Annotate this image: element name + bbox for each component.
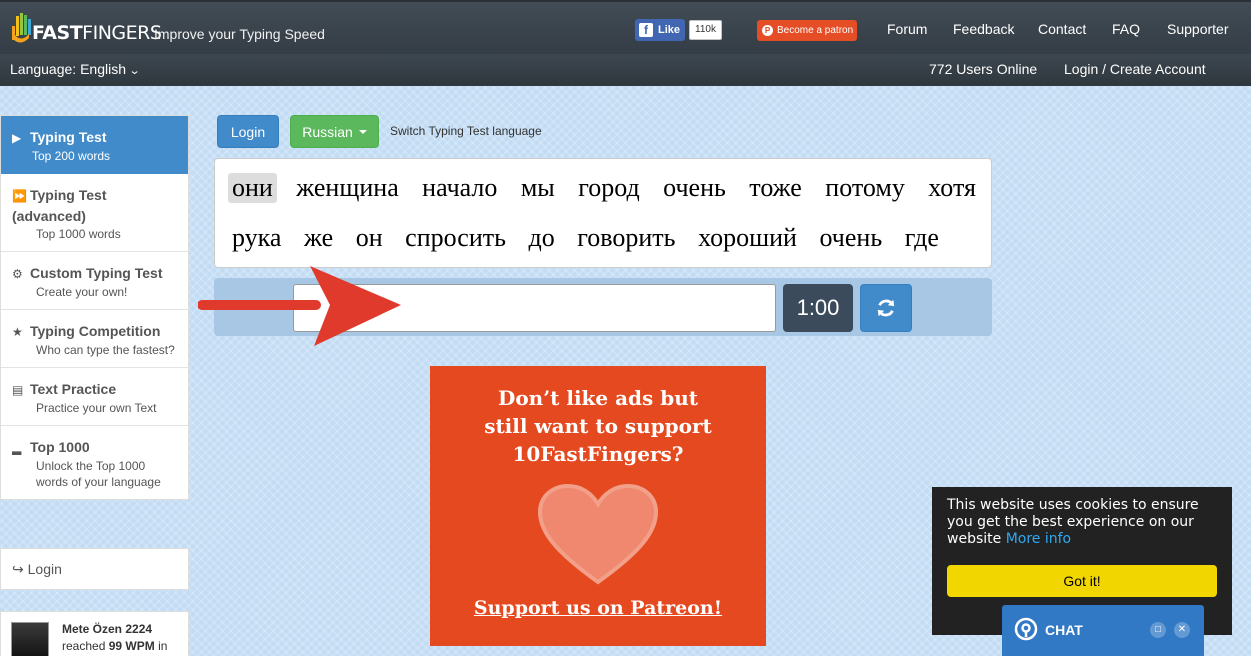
patreon-ad-banner[interactable]: Don’t like ads but still want to support… [430,366,766,646]
word: рука [232,223,282,252]
reload-button[interactable] [860,284,912,332]
top-navbar: FASTFINGERS Improve your Typing Speed f … [0,0,1251,54]
word: спросить [405,223,506,252]
trophy-icon: ★ [12,325,23,339]
language-dropdown-button[interactable]: Russian [290,115,379,148]
word: он [355,223,383,252]
current-word: они [228,173,277,203]
word: город [578,173,640,202]
facebook-like-button[interactable]: f Like [635,19,685,41]
refresh-icon [877,299,895,317]
sidebar-item-typing-test-advanced[interactable]: ⏩ Typing Test (advanced) Top 1000 words [1,174,188,252]
word: говорить [577,223,676,252]
heart-icon [537,483,659,585]
word: очень [663,173,726,202]
login-button[interactable]: Login [217,115,279,148]
cookie-message: This website uses cookies to ensure you … [947,497,1199,547]
sidebar-item-custom-typing-test[interactable]: ⚙ Custom Typing Test Create your own! [1,252,188,310]
cookie-more-info-link[interactable]: More info [1006,531,1071,547]
sidebar-login[interactable]: ↪ Login [0,548,189,590]
signal-icon: ▂ [12,441,22,455]
caret-down-icon [358,129,367,134]
nav-contact[interactable]: Contact [1038,21,1086,37]
chat-label: CHAT [1045,622,1083,638]
fast-forward-icon: ⏩ [12,189,27,203]
word: женщина [296,173,399,202]
cookie-accept-button[interactable]: Got it! [947,565,1217,597]
nav-feedback[interactable]: Feedback [953,21,1014,37]
login-create-account-link[interactable]: Login / Create Account [1064,61,1206,77]
chat-widget[interactable]: CHAT □ ✕ [1002,605,1204,656]
word: до [528,223,555,252]
word: хотя [928,173,976,202]
language-selector[interactable]: Language: English ⌄ [10,61,141,77]
words-display: они женщина начало мы город очень тоже п… [214,158,992,268]
words-line-1: они женщина начало мы город очень тоже п… [228,173,980,203]
users-online: 772 Users Online [929,61,1038,77]
word: же [303,223,334,252]
red-arrow-annotation [198,266,401,346]
secondary-navbar: Language: English ⌄ 772 Users Online Logi… [0,54,1251,86]
facebook-like-count: 110k [689,20,722,40]
nav-forum[interactable]: Forum [887,21,927,37]
word: мы [520,173,555,202]
recent-user-card: Mete Özen 2224 reached 99 WPM in [0,611,189,656]
sidebar-item-typing-test[interactable]: ▶ Typing Test Top 200 words [1,116,188,174]
sidebar-item-text-practice[interactable]: ▤ Text Practice Practice your own Text [1,368,188,426]
become-patron-button[interactable]: P Become a patron [757,20,857,41]
word: начало [422,173,498,202]
sidebar-menu: ▶ Typing Test Top 200 words ⏩ Typing Test … [0,115,189,500]
sidebar-item-typing-competition[interactable]: ★ Typing Competition Who can type the fas… [1,310,188,368]
nav-supporter[interactable]: Supporter [1167,21,1228,37]
chat-icon [1014,617,1038,641]
word: тоже [749,173,802,202]
user-name[interactable]: Mete Özen 2224 [62,622,152,636]
words-line-2: рука же он спросить до говорить хороший … [228,223,943,253]
word: потому [825,173,905,202]
ad-cta-link[interactable]: Support us on Patreon! [430,597,766,619]
document-icon: ▤ [12,383,24,397]
ad-headline: Don’t like ads but still want to support… [484,386,712,466]
word: очень [819,223,883,252]
countdown-timer: 1:00 [783,284,853,332]
user-wpm: reached 99 WPM in [62,639,168,653]
close-icon[interactable]: ✕ [1174,622,1190,638]
nav-faq[interactable]: FAQ [1112,21,1140,37]
hand-logo-icon [12,13,31,43]
avatar[interactable] [11,622,49,656]
chevron-down-icon: ⌄ [128,65,141,77]
logo-text: FASTFINGERS [32,22,162,44]
site-logo[interactable]: FASTFINGERS [10,10,162,46]
sidebar-item-top-1000[interactable]: ▂ Top 1000 Unlock the Top 1000 words of y… [1,426,188,499]
play-icon: ▶ [12,131,22,145]
tagline: Improve your Typing Speed [154,26,325,42]
sign-in-icon: ↪ [12,561,24,577]
word: хороший [698,223,797,252]
minimize-icon[interactable]: □ [1150,622,1166,638]
cogs-icon: ⚙ [12,267,23,281]
facebook-icon: f [639,23,653,37]
switch-language-label: Switch Typing Test language [390,124,542,138]
patreon-icon: P [762,25,773,36]
word: где [904,223,939,252]
